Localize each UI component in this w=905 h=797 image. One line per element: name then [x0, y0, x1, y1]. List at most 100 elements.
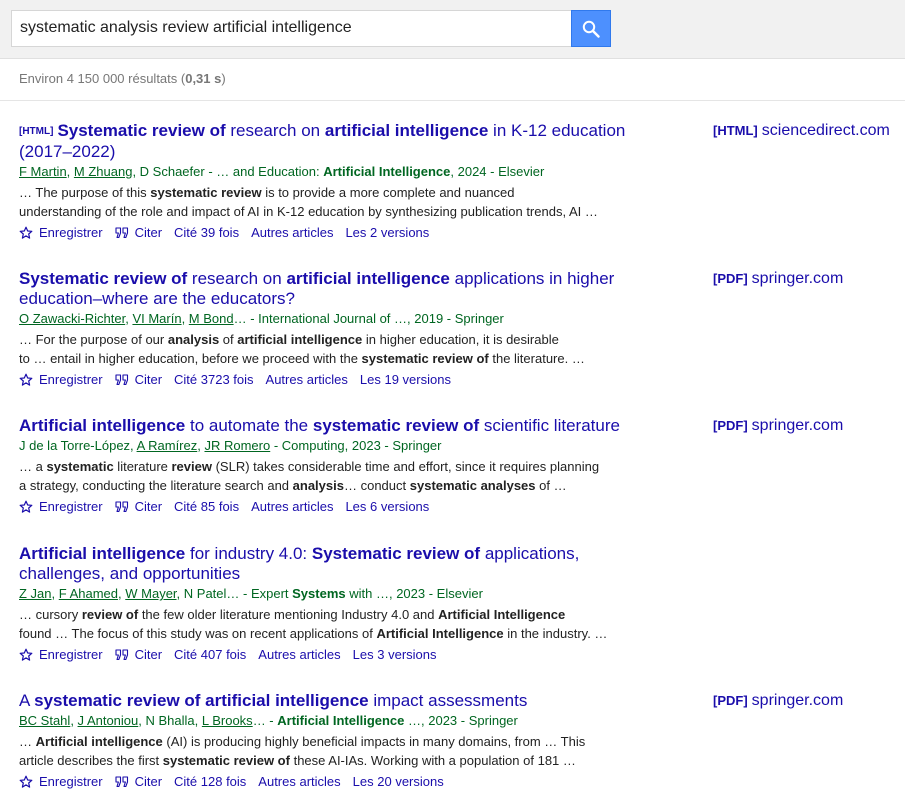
- result-actions: Enregistrer Citer Cité 39 fois Autres artic…: [19, 223, 649, 243]
- title-highlight: Systematic review of: [19, 269, 188, 288]
- author-link[interactable]: M Zhuang: [74, 164, 133, 179]
- snippet-text: these AI-IAs. Working with a population …: [289, 753, 576, 768]
- save-button[interactable]: Enregistrer: [19, 772, 103, 792]
- author-link[interactable]: W Mayer: [125, 586, 176, 601]
- star-icon: [19, 226, 33, 239]
- fulltext-link[interactable]: [PDF] springer.com: [713, 270, 843, 288]
- versions-link[interactable]: Les 20 versions: [353, 772, 444, 792]
- save-button[interactable]: Enregistrer: [19, 223, 103, 243]
- snippet-text: the literature. …: [488, 351, 585, 366]
- star-icon: [19, 648, 33, 661]
- title-highlight: systematic review of artificial intellig…: [34, 691, 369, 710]
- save-button[interactable]: Enregistrer: [19, 497, 103, 517]
- cite-button[interactable]: Citer: [115, 370, 162, 390]
- save-label: Enregistrer: [39, 225, 103, 240]
- result-snippet: … For the purpose of our analysis of art…: [19, 330, 649, 368]
- versions-link[interactable]: Les 19 versions: [360, 370, 451, 390]
- save-label: Enregistrer: [39, 372, 103, 387]
- author-link[interactable]: JR Romero: [204, 438, 270, 453]
- format-tag: [HTML]: [19, 126, 54, 137]
- related-articles-link[interactable]: Autres articles: [251, 223, 333, 243]
- result-actions: Enregistrer Citer Cité 128 fois Autres arti…: [19, 772, 649, 792]
- title-highlight: systematic review of: [312, 416, 480, 435]
- fulltext-format-tag: [HTML]: [713, 123, 758, 138]
- snippet-line: understanding of the role and impact of …: [19, 202, 649, 221]
- snippet-line: found … The focus of this study was on r…: [19, 624, 649, 643]
- star-icon: [19, 373, 33, 386]
- versions-link[interactable]: Les 6 versions: [345, 497, 429, 517]
- fulltext-link[interactable]: [PDF] springer.com: [713, 692, 843, 710]
- source-highlight: Systems: [292, 586, 346, 601]
- result-title[interactable]: [HTML] Systematic review of research on a…: [19, 121, 649, 162]
- snippet-text: the few older literature mentioning Indu…: [138, 607, 439, 622]
- author-link[interactable]: VI Marín: [132, 311, 181, 326]
- versions-link[interactable]: Les 2 versions: [345, 223, 429, 243]
- cite-button[interactable]: Citer: [115, 772, 162, 792]
- result-title[interactable]: Artificial intelligence for industry 4.0…: [19, 544, 649, 584]
- snippet-line: … cursory review of the few older litera…: [19, 605, 649, 624]
- cited-by-link[interactable]: Cité 39 fois: [174, 223, 239, 243]
- author-link[interactable]: M Bond: [189, 311, 234, 326]
- result-title[interactable]: A systematic review of artificial intell…: [19, 691, 649, 711]
- author-link[interactable]: F Ahamed: [59, 586, 118, 601]
- versions-link[interactable]: Les 3 versions: [353, 645, 437, 665]
- fulltext-link[interactable]: [HTML] sciencedirect.com: [713, 122, 890, 140]
- cite-button[interactable]: Citer: [115, 497, 162, 517]
- related-articles-link[interactable]: Autres articles: [258, 772, 340, 792]
- result-authors: F Martin, M Zhuang, D Schaefer - … and E…: [19, 162, 649, 182]
- author-text: , N Bhalla,: [138, 713, 202, 728]
- related-articles-link[interactable]: Autres articles: [251, 497, 333, 517]
- snippet-text: … cursory: [19, 607, 82, 622]
- result-actions: Enregistrer Citer Cité 407 fois Autres arti…: [19, 645, 649, 665]
- cite-label: Citer: [134, 499, 163, 514]
- author-link[interactable]: F Martin: [19, 164, 67, 179]
- author-link[interactable]: BC Stahl: [19, 713, 70, 728]
- result-snippet: … Artificial intelligence (AI) is produc…: [19, 732, 649, 770]
- result-snippet: … a systematic literature review (SLR) t…: [19, 457, 649, 495]
- author-link[interactable]: L Brooks: [202, 713, 253, 728]
- cite-button[interactable]: Citer: [115, 223, 162, 243]
- author-text: … - International Journal of …, 2019 - S…: [233, 311, 504, 326]
- cited-by-link[interactable]: Cité 128 fois: [174, 772, 246, 792]
- snippet-text: article describes the first: [19, 753, 163, 768]
- snippet-text: … The purpose of this: [19, 185, 151, 200]
- cite-label: Citer: [134, 372, 163, 387]
- cite-label: Citer: [134, 647, 163, 662]
- fulltext-link[interactable]: [PDF] springer.com: [713, 417, 843, 435]
- search-button[interactable]: [571, 10, 611, 47]
- author-text: ,: [51, 586, 59, 601]
- result-authors: BC Stahl, J Antoniou, N Bhalla, L Brooks…: [19, 711, 649, 731]
- snippet-highlight: Artificial Intelligence: [438, 607, 566, 622]
- snippet-highlight: systematic review of: [162, 753, 290, 768]
- cited-by-link[interactable]: Cité 3723 fois: [174, 370, 254, 390]
- snippet-line: … The purpose of this systematic review …: [19, 183, 649, 202]
- author-link[interactable]: O Zawacki-Richter: [19, 311, 125, 326]
- cited-by-link[interactable]: Cité 85 fois: [174, 497, 239, 517]
- star-icon: [19, 500, 33, 513]
- snippet-line: to … entail in higher education, before …: [19, 349, 649, 368]
- snippet-highlight: systematic: [46, 459, 114, 474]
- cited-by-link[interactable]: Cité 407 fois: [174, 645, 246, 665]
- result-authors: O Zawacki-Richter, VI Marín, M Bond… - I…: [19, 309, 649, 329]
- save-button[interactable]: Enregistrer: [19, 370, 103, 390]
- snippet-text: …: [19, 734, 36, 749]
- author-text: J de la Torre-López,: [19, 438, 137, 453]
- quote-icon: [115, 776, 128, 788]
- related-articles-link[interactable]: Autres articles: [258, 645, 340, 665]
- author-link[interactable]: A Ramírez: [137, 438, 198, 453]
- search-header: systematic analysis review artificial in…: [0, 0, 905, 59]
- snippet-text: (SLR) takes considerable time and effort…: [211, 459, 600, 474]
- cite-button[interactable]: Citer: [115, 645, 162, 665]
- author-link[interactable]: J Antoniou: [78, 713, 139, 728]
- related-articles-link[interactable]: Autres articles: [266, 370, 348, 390]
- author-link[interactable]: Z Jan: [19, 586, 52, 601]
- snippet-text: in higher education, it is desirable: [362, 332, 559, 347]
- snippet-highlight: review of: [81, 607, 139, 622]
- snippet-text: of: [219, 332, 238, 347]
- fulltext-source: springer.com: [751, 270, 844, 287]
- result-title[interactable]: Systematic review of research on artific…: [19, 269, 649, 309]
- result-title[interactable]: Artificial intelligence to automate the …: [19, 416, 649, 436]
- save-button[interactable]: Enregistrer: [19, 645, 103, 665]
- search-input[interactable]: systematic analysis review artificial in…: [11, 10, 573, 47]
- snippet-line: … For the purpose of our analysis of art…: [19, 330, 649, 349]
